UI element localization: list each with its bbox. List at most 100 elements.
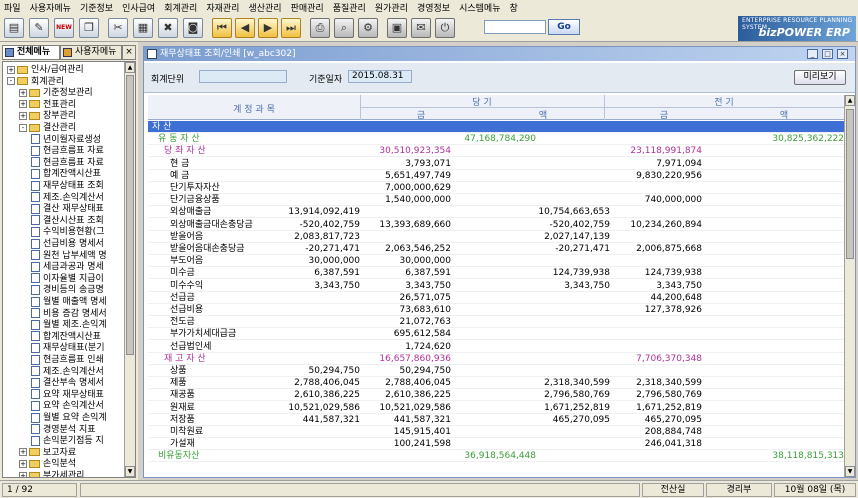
expander-icon[interactable]: +	[19, 111, 27, 120]
tb-last-icon[interactable]: ⏭	[281, 18, 301, 38]
tb-edit-icon[interactable]: ✎	[29, 18, 49, 38]
close-icon[interactable]: ×	[837, 49, 848, 59]
table-row[interactable]: 외상매출금대손충당금 -520,402,759 13,393,689,660 -520…	[148, 219, 844, 231]
tree-item[interactable]: - 결산관리	[19, 122, 76, 134]
expander-icon[interactable]: +	[19, 471, 27, 477]
table-row[interactable]: 미착원료 145,915,401 208,884,748	[148, 426, 844, 438]
tree-item[interactable]: 년이월자료생성	[31, 134, 101, 146]
tree-item[interactable]: 월별 요약 손익계	[31, 412, 107, 424]
table-row[interactable]: 전도금 21,072,763	[148, 316, 844, 329]
menu-item[interactable]: 자재관리	[206, 1, 239, 14]
menu-item[interactable]: 창	[510, 1, 518, 14]
table-row[interactable]: 단기금융상품 1,540,000,000 740,000,000	[148, 194, 844, 207]
table-row[interactable]: 비유동자산 36,918,564,448 38,118,815,313	[148, 450, 844, 463]
tb-save-icon[interactable]: ◙	[183, 18, 203, 38]
tab-all-menu[interactable]: 전체메뉴	[2, 45, 60, 60]
tree-item[interactable]: 결산 재무상태표	[31, 203, 104, 215]
table-row[interactable]: 단기투자자산 7,000,000,629	[148, 182, 844, 194]
table-row[interactable]: 미수수익 3,343,750 3,343,750 3,343,750 3,343,750	[148, 280, 844, 292]
menu-item[interactable]: 기준정보	[80, 1, 113, 14]
tb-cut-icon[interactable]: ✂	[108, 18, 128, 38]
menu-item[interactable]: 원가관리	[375, 1, 408, 14]
tb-preview-icon[interactable]: ⌕	[334, 18, 354, 38]
tree-item[interactable]: 현금흐름표 자료	[31, 145, 104, 157]
grid-scroll-down-icon[interactable]: ▼	[845, 466, 855, 477]
tree-item[interactable]: 요약 재무상태표	[31, 389, 104, 401]
grid-scroll-thumb[interactable]	[846, 109, 854, 259]
expander-icon[interactable]: +	[19, 448, 27, 457]
tree-item[interactable]: + 기준정보관리	[19, 87, 93, 99]
menu-item[interactable]: 생산관리	[248, 1, 281, 14]
tb-copy-icon[interactable]: ❐	[79, 18, 99, 38]
tree-item[interactable]: + 인사/급여관리	[7, 64, 84, 76]
tb-first-icon[interactable]: ⏮	[212, 18, 232, 38]
table-row[interactable]: 당 좌 자 산 30,510,923,354 23,118,991,874	[148, 145, 844, 158]
tree-item[interactable]: 원천 납부세액 명	[31, 250, 107, 262]
table-row[interactable]: 현 금 3,793,071 7,971,094	[148, 158, 844, 170]
table-row[interactable]: 상품 50,294,750 50,294,750	[148, 365, 844, 377]
tree-item[interactable]: 월별 매출액 명세	[31, 296, 107, 308]
tree-item[interactable]: 결산부속 명세서	[31, 377, 104, 389]
table-row[interactable]: 부도어음 30,000,000 30,000,000	[148, 255, 844, 268]
go-button[interactable]: Go	[548, 19, 580, 35]
menu-item[interactable]: 경영정보	[417, 1, 450, 14]
expander-icon[interactable]: -	[7, 77, 15, 86]
table-row[interactable]: 자 산	[148, 121, 844, 133]
tree-item[interactable]: 현금흐름표 자료	[31, 157, 104, 169]
table-row[interactable]: 원재료 10,521,029,586 10,521,029,586 1,671,252…	[148, 402, 844, 414]
table-row[interactable]: 유 동 자 산 47,168,784,290 30,825,362,222	[148, 133, 844, 146]
tree-item[interactable]: 재무상태표(분기	[31, 342, 104, 354]
table-row[interactable]: 예 금 5,651,497,749 9,830,220,956	[148, 170, 844, 182]
scroll-up-icon[interactable]: ▲	[125, 62, 135, 73]
tree-item[interactable]: 결산시산표 조회	[31, 215, 104, 227]
tree-item[interactable]: 수익비용현황(그	[31, 226, 104, 238]
menu-item[interactable]: 사용자메뉴	[30, 1, 71, 14]
menu-item[interactable]: 인사급여	[122, 1, 155, 14]
grid-scroll-up-icon[interactable]: ▲	[845, 95, 855, 106]
tb-settings-icon[interactable]: ⚙	[358, 18, 378, 38]
tb-exit-icon[interactable]: ⏻	[435, 18, 455, 38]
tree-item[interactable]: 선급비용 명세서	[31, 238, 104, 250]
menu-item[interactable]: 파일	[4, 1, 21, 14]
unit-input[interactable]	[199, 70, 287, 83]
search-input[interactable]	[484, 20, 546, 34]
table-row[interactable]: 부가가치세대급금 695,612,584	[148, 328, 844, 341]
tb-new-icon[interactable]: NEW	[54, 18, 74, 38]
tb-excel-icon[interactable]: ▣	[387, 18, 407, 38]
preview-button[interactable]: 미리보기	[794, 70, 846, 85]
table-row[interactable]: 선급법인세 1,724,620	[148, 341, 844, 353]
tb-prev-icon[interactable]: ◀	[235, 18, 255, 38]
scroll-thumb[interactable]	[126, 75, 134, 355]
tb-paste-icon[interactable]: ▦	[133, 18, 153, 38]
tree-item[interactable]: 이자율별 지급이	[31, 273, 104, 285]
tree-item[interactable]: 합계잔액시산표	[31, 168, 101, 180]
table-row[interactable]: 제품 2,788,406,045 2,788,406,045 2,318,340,59…	[148, 377, 844, 390]
table-row[interactable]: 미수금 6,387,591 6,387,591 124,739,938 124,739,…	[148, 267, 844, 280]
tb-next-icon[interactable]: ▶	[258, 18, 278, 38]
menu-item[interactable]: 시스템메뉴	[459, 1, 500, 14]
tb-delete-icon[interactable]: ✖	[158, 18, 178, 38]
tree-item[interactable]: 비용 증감 명세서	[31, 308, 107, 320]
maximize-icon[interactable]: □	[822, 49, 833, 59]
expander-icon[interactable]: +	[7, 65, 15, 74]
tb-open-icon[interactable]: ▤	[4, 18, 24, 38]
tree-item[interactable]: 제조.손익계산서	[31, 192, 104, 204]
scroll-down-icon[interactable]: ▼	[125, 466, 135, 477]
tree-item[interactable]: + 보고자료	[19, 447, 76, 459]
minimize-icon[interactable]: _	[807, 49, 818, 59]
table-row[interactable]: 받을어음 2,083,817,723 2,027,147,139	[148, 231, 844, 243]
tree-scrollbar[interactable]: ▲ ▼	[124, 62, 135, 477]
tree-item[interactable]: 월별 제조.손익계	[31, 319, 107, 331]
table-row[interactable]: 가설재 100,241,598 246,041,318	[148, 438, 844, 451]
expander-icon[interactable]: +	[19, 459, 27, 468]
table-row[interactable]: 선급금 26,571,075 44,200,648	[148, 292, 844, 304]
table-row[interactable]: 선급비용 73,683,610 127,378,926	[148, 304, 844, 316]
tree-item[interactable]: 경영분석 지표	[31, 424, 96, 436]
tb-print-icon[interactable]: ⎙	[310, 18, 330, 38]
date-input[interactable]: 2015.08.31	[348, 70, 412, 83]
expander-icon[interactable]: +	[19, 88, 27, 97]
tree-item[interactable]: + 손익분석	[19, 458, 76, 470]
tree-item[interactable]: 요약 손익계산서	[31, 400, 104, 412]
menu-item[interactable]: 판매관리	[291, 1, 324, 14]
window-title-bar[interactable]: 재무상태표 조회/인쇄 [w_abc302] _ □ ×	[144, 47, 855, 61]
